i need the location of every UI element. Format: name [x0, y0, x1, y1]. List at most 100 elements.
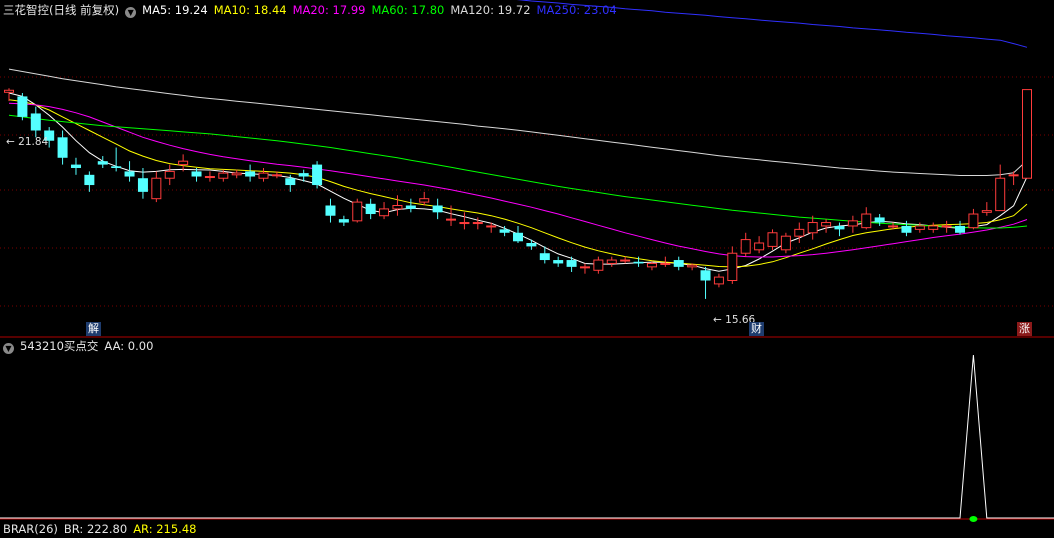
candle-body-down — [513, 232, 523, 242]
buy-signal-dot — [969, 516, 978, 522]
candle-body-down — [901, 225, 912, 233]
candle-body-down — [432, 205, 443, 213]
indicator-value: AA: 0.00 — [104, 339, 154, 353]
candle-body-down — [673, 260, 684, 267]
candle-body-up — [379, 208, 390, 217]
candle-body-up — [847, 220, 858, 227]
candle-body-down — [245, 171, 256, 177]
candle-body-down — [955, 225, 966, 233]
candle-body-down — [365, 203, 376, 215]
candle-body-down — [700, 270, 711, 281]
candle-body-down — [191, 171, 202, 177]
candle-body-up — [780, 235, 791, 251]
candle-body-up — [620, 259, 631, 262]
brar-br-value: BR: 222.80 — [63, 522, 128, 536]
candle-body-down — [325, 205, 336, 216]
candle-body-down — [834, 225, 845, 230]
candle-body-up — [4, 89, 14, 93]
candle-body-up — [1008, 174, 1019, 177]
candle-body-down — [70, 164, 81, 168]
brar-ar-value: AR: 215.48 — [133, 522, 197, 536]
candle-body-up — [941, 225, 952, 228]
chevron-down-icon[interactable]: ▼ — [125, 7, 137, 18]
candle-body-up — [687, 264, 698, 268]
candle-body-up — [713, 276, 724, 285]
candle-body-up — [606, 259, 617, 264]
main-header: 三花智控(日线 前复权) ▼ MA5: 19.24 MA10: 18.44 MA20: … — [3, 1, 623, 19]
candle-body-down — [97, 161, 108, 165]
candle-body-up — [995, 177, 1006, 212]
candle-body-up — [1022, 89, 1032, 179]
ma-legend-item: MA10: 18.44 — [213, 3, 287, 17]
candle-body-down — [57, 137, 68, 158]
stock-title[interactable]: 三花智控(日线 前复权) — [3, 3, 119, 17]
candle-body-down — [124, 171, 135, 177]
candle-body-down — [30, 113, 41, 131]
candle-body-up — [646, 262, 657, 268]
candle-body-down — [84, 174, 95, 186]
unlock-event-marker[interactable]: 解 — [86, 322, 101, 336]
candle-body-down — [566, 260, 577, 267]
candle-body-up — [767, 232, 778, 247]
candle-body-down — [137, 178, 148, 192]
candle-body-up — [164, 170, 175, 179]
candle-body-up — [727, 252, 738, 282]
indicator-name[interactable]: 543210买点交 — [20, 339, 98, 353]
ma-line-ma60 — [8, 114, 1028, 229]
candle-body-up — [392, 205, 403, 210]
brar-name[interactable]: BRAR(26) — [3, 522, 58, 536]
candle-body-up — [928, 225, 939, 230]
candle-body-down — [312, 164, 323, 186]
brar-header: BRAR(26) BR: 222.80 AR: 215.48 — [3, 520, 202, 538]
candle-body-up — [486, 225, 497, 228]
candle-body-down — [285, 178, 296, 186]
ma-legend-item: MA60: 17.80 — [371, 3, 445, 17]
candle-body-up — [258, 172, 269, 179]
ma-line-ma120 — [8, 68, 1028, 176]
candle-body-up — [821, 222, 832, 227]
candle-body-down — [499, 229, 510, 233]
ma-legend: MA5: 19.24 MA10: 18.44 MA20: 17.99 MA60: 17… — [142, 3, 623, 17]
candle-body-up — [754, 242, 765, 251]
financial-report-marker[interactable]: 财 — [749, 322, 764, 336]
candle-body-up — [888, 225, 899, 228]
ma-legend-item: MA5: 19.24 — [142, 3, 208, 17]
candle-body-up — [178, 160, 189, 166]
candle-body-up — [151, 177, 162, 200]
limit-up-marker[interactable]: 涨 — [1017, 322, 1032, 336]
candle-body-down — [17, 96, 28, 117]
candle-body-up — [459, 222, 470, 225]
candle-body-up — [794, 228, 805, 237]
candle-body-up — [968, 213, 979, 229]
ma-legend-item: MA120: 19.72 — [450, 3, 531, 17]
candle-body-up — [914, 225, 925, 230]
chart-canvas[interactable] — [0, 0, 1054, 530]
ma-legend-item: MA20: 17.99 — [292, 3, 366, 17]
ma-legend-item: MA250: 23.04 — [536, 3, 617, 17]
candle-body-up — [472, 222, 483, 225]
candle-body-up — [446, 218, 457, 221]
candle-body-up — [218, 172, 229, 179]
candle-body-up — [579, 266, 590, 269]
candle-body-down — [526, 243, 537, 247]
indicator-header: ▼ 543210买点交 AA: 0.00 — [3, 337, 159, 355]
candle-body-down — [539, 253, 550, 261]
candle-body-up — [271, 174, 282, 177]
candle-body-down — [405, 205, 416, 209]
candle-body-up — [352, 201, 363, 222]
chevron-down-icon[interactable]: ▼ — [3, 343, 14, 354]
indicator-aa-line — [0, 354, 1054, 519]
candle-body-up — [740, 239, 751, 254]
candle-body-up — [861, 213, 872, 229]
candle-body-up — [981, 210, 992, 213]
candle-body-down — [633, 261, 644, 264]
candle-body-down — [338, 219, 349, 223]
candle-body-up — [593, 259, 604, 271]
candle-body-up — [231, 172, 242, 176]
candle-body-up — [807, 222, 818, 234]
stock-chart-window: 三花智控(日线 前复权) ▼ MA5: 19.24 MA10: 18.44 MA20: … — [0, 0, 1054, 536]
high-price-label: ← 21.84 — [6, 136, 49, 148]
ma-line-ma5 — [8, 92, 1028, 272]
candle-body-down — [874, 217, 885, 223]
candle-body-down — [553, 260, 564, 264]
